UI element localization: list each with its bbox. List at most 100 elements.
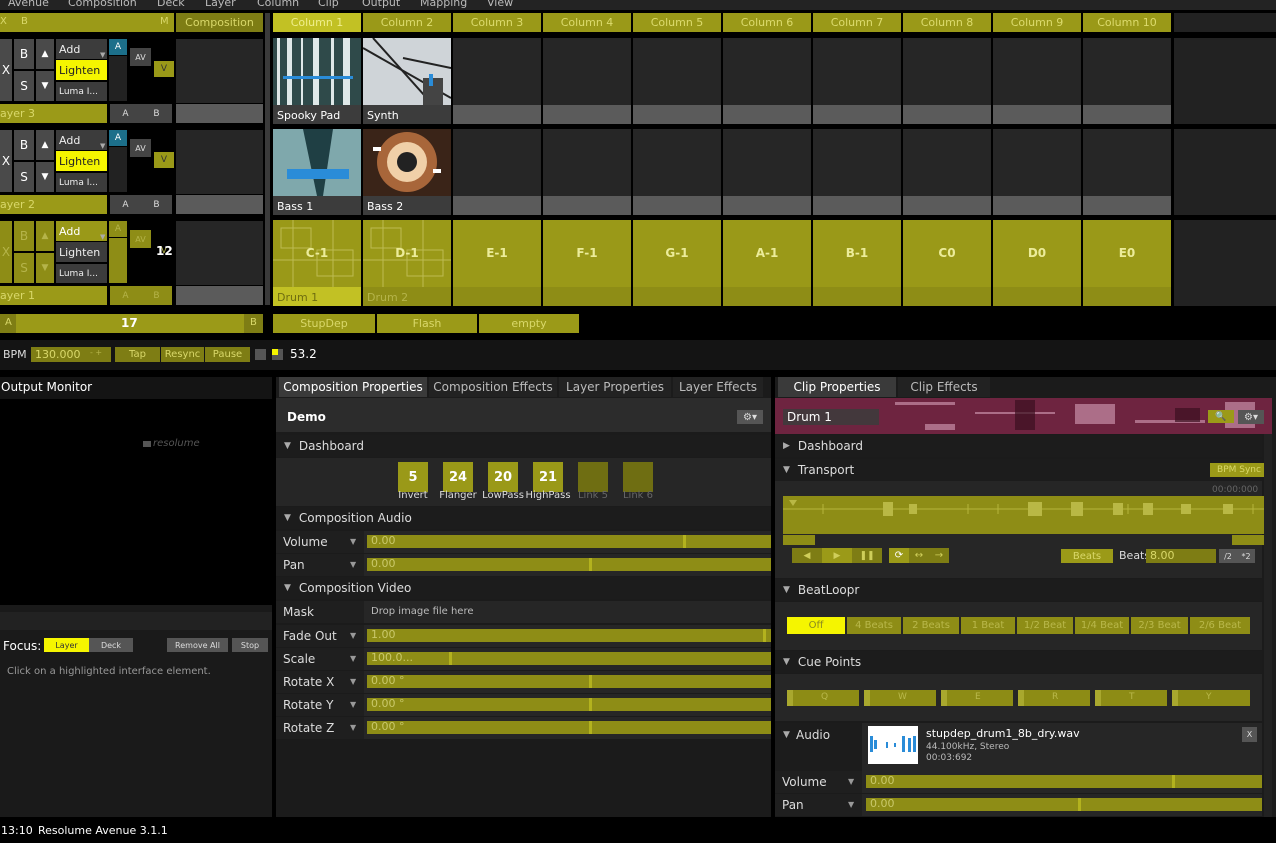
in-point-handle[interactable] xyxy=(783,535,815,545)
header-x[interactable]: X xyxy=(0,16,7,27)
layer-bypass-button[interactable]: B xyxy=(14,39,34,69)
dashboard-link-3[interactable]: 20 xyxy=(488,462,518,492)
param-dropdown-icon[interactable]: ▼ xyxy=(350,700,356,709)
resync-button[interactable]: Resync xyxy=(161,347,204,362)
deck-flash[interactable]: Flash xyxy=(377,314,477,333)
layer-audio-button[interactable]: A xyxy=(109,39,127,55)
layer-up-icon[interactable]: ▲ xyxy=(36,39,54,69)
column-header-7[interactable]: Column 7 xyxy=(813,13,901,32)
blend-mode-1[interactable]: Lighten xyxy=(56,60,107,80)
beatloop-button-7[interactable]: 2/6 Beat xyxy=(1190,617,1250,634)
clip-slot-key[interactable]: G-1 xyxy=(633,220,721,306)
clip-slot-key[interactable]: A-1 xyxy=(723,220,811,306)
bpm-sync-dropdown[interactable]: BPM Sync xyxy=(1210,463,1268,477)
param-dropdown-icon[interactable]: ▼ xyxy=(350,677,356,686)
layer-audio-fader[interactable] xyxy=(109,238,127,283)
clip-slot[interactable] xyxy=(903,129,991,215)
pause-button[interactable]: Pause xyxy=(205,347,250,362)
beatloop-button-5[interactable]: 1/4 Beat xyxy=(1075,617,1129,634)
dashboard-link-1[interactable]: 5 xyxy=(398,462,428,492)
clip-slot[interactable]: Synth xyxy=(363,38,451,124)
dashboard-link-6[interactable] xyxy=(623,462,653,492)
play-once-icon[interactable]: → xyxy=(929,548,949,563)
tab-composition-properties[interactable]: Composition Properties xyxy=(279,377,427,397)
focus-layer-button[interactable]: Layer xyxy=(44,638,89,652)
remove-all-button[interactable]: Remove All xyxy=(167,638,228,652)
dashboard-link-2[interactable]: 24 xyxy=(443,462,473,492)
clip-slot[interactable] xyxy=(1083,38,1171,124)
clip-dashboard-header[interactable]: ▶ Dashboard xyxy=(775,435,1262,457)
param-slider[interactable]: 0.00 ° xyxy=(367,697,771,711)
layer-ab-a-button[interactable]: A xyxy=(110,104,141,123)
close-audio-button[interactable]: X xyxy=(1242,727,1257,742)
clip-slot[interactable]: Spooky Pad xyxy=(273,38,361,124)
param-slider[interactable]: 0.00 xyxy=(866,774,1262,788)
layer-bypass-button[interactable]: B xyxy=(14,221,34,251)
column-header-2[interactable]: Column 2 xyxy=(363,13,451,32)
clip-slot-key[interactable]: D-1 Drum 2 xyxy=(363,220,451,306)
cue-points-header[interactable]: ▼ Cue Points xyxy=(775,651,1262,673)
header-m[interactable]: M xyxy=(160,16,169,27)
layer-ab-b-button[interactable]: B xyxy=(141,286,172,305)
search-icon[interactable]: 🔍 xyxy=(1208,410,1234,423)
beatloopr-header[interactable]: ▼ BeatLoopr xyxy=(775,579,1262,601)
dashboard-section-header[interactable]: ▼ Dashboard xyxy=(276,435,771,457)
beatloop-button-4[interactable]: 1/2 Beat xyxy=(1017,617,1073,634)
param-slider-handle[interactable] xyxy=(449,652,452,665)
param-dropdown-icon[interactable]: ▼ xyxy=(350,723,356,732)
settings-gear-icon[interactable]: ⚙▾ xyxy=(737,410,763,424)
param-slider[interactable]: 1.00 xyxy=(367,628,771,642)
dashboard-link-4[interactable]: 21 xyxy=(533,462,563,492)
clip-slot-key[interactable]: C0 xyxy=(903,220,991,306)
double-button[interactable]: *2 xyxy=(1237,549,1255,563)
cue-point-e[interactable]: E xyxy=(941,690,1013,706)
layer-av-button[interactable]: AV xyxy=(130,230,151,248)
cue-point-r[interactable]: R xyxy=(1018,690,1090,706)
param-slider-handle[interactable] xyxy=(1078,798,1081,811)
blend-mode-1[interactable]: Lighten xyxy=(56,242,107,262)
param-slider[interactable]: 0.00 xyxy=(367,557,771,571)
layer-solo-button[interactable]: S xyxy=(14,71,34,101)
layer-solo-button[interactable]: S xyxy=(14,162,34,192)
focus-deck-button[interactable]: Deck xyxy=(89,638,133,652)
cue-point-w[interactable]: W xyxy=(864,690,936,706)
beats-mode-dropdown[interactable]: Beats xyxy=(1061,549,1113,563)
param-slider-handle[interactable] xyxy=(1172,775,1175,788)
loop-icon[interactable]: ⟳ xyxy=(889,548,909,563)
layer-ab-a-button[interactable]: A xyxy=(110,195,141,214)
param-slider[interactable]: 0.00 ° xyxy=(367,720,771,734)
clip-slot-key[interactable]: E-1 xyxy=(453,220,541,306)
beatloop-button-3[interactable]: 1 Beat xyxy=(961,617,1015,634)
layer-down-icon[interactable]: ▼ xyxy=(36,253,54,283)
halve-button[interactable]: /2 xyxy=(1219,549,1237,563)
layer-video-button[interactable]: V xyxy=(154,152,174,168)
menu-composition[interactable]: Composition xyxy=(68,0,137,9)
clip-slot[interactable] xyxy=(903,38,991,124)
menu-deck[interactable]: Deck xyxy=(157,0,185,9)
clip-slot[interactable] xyxy=(453,38,541,124)
layer-ab-b-button[interactable]: B xyxy=(141,195,172,214)
clip-slot[interactable] xyxy=(633,129,721,215)
menu-output[interactable]: Output xyxy=(362,0,400,9)
stop-button[interactable]: Stop xyxy=(232,638,268,652)
cue-point-q[interactable]: Q xyxy=(787,690,859,706)
dashboard-link-5[interactable] xyxy=(578,462,608,492)
param-slider-handle[interactable] xyxy=(763,629,766,642)
clip-slot[interactable]: Bass 2 xyxy=(363,129,451,215)
clip-slot[interactable] xyxy=(1083,129,1171,215)
deck-empty[interactable]: empty xyxy=(479,314,579,333)
param-dropdown-icon[interactable]: ▼ xyxy=(848,777,854,786)
menu-avenue[interactable]: Avenue xyxy=(8,0,49,9)
tab-clip-properties[interactable]: Clip Properties xyxy=(778,377,896,397)
layer-bypass-button[interactable]: B xyxy=(14,130,34,160)
crossfader-b[interactable]: B xyxy=(250,317,257,328)
param-dropdown-icon[interactable]: ▼ xyxy=(848,800,854,809)
column-header-3[interactable]: Column 3 xyxy=(453,13,541,32)
param-slider[interactable]: 0.00 xyxy=(866,797,1262,811)
tab-clip-effects[interactable]: Clip Effects xyxy=(898,377,990,397)
clip-slot-key[interactable]: C-1 Drum 1 xyxy=(273,220,361,306)
layer-down-icon[interactable]: ▼ xyxy=(36,162,54,192)
clip-slot[interactable] xyxy=(813,129,901,215)
beatloop-button-1[interactable]: 4 Beats xyxy=(847,617,901,634)
deck-stupdep[interactable]: StupDep xyxy=(273,314,375,333)
